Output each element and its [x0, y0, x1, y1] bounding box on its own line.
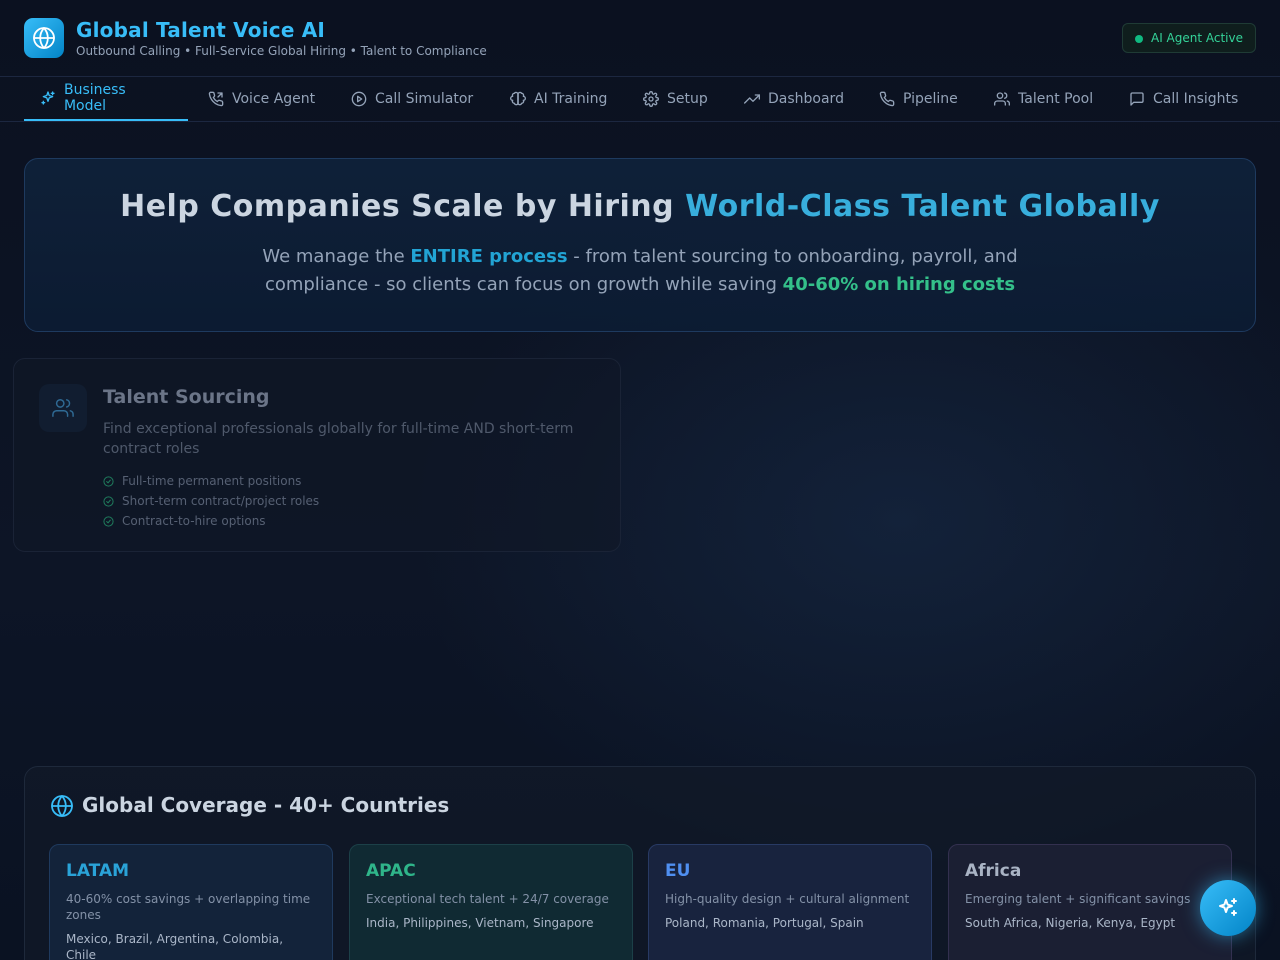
region-countries: Mexico, Brazil, Argentina, Colombia, Chi…	[66, 932, 284, 960]
region-description: Exceptional tech talent + 24/7 coverage	[366, 892, 609, 906]
feature-list: Full-time permanent positions Short-term…	[103, 471, 319, 531]
service-card-description: Find exceptional professionals globally …	[103, 421, 574, 457]
tab-label: Dashboard	[768, 91, 844, 107]
feature-label: Contract-to-hire options	[122, 514, 266, 528]
region-card-apac: APAC Exceptional tech talent + 24/7 cove…	[349, 844, 633, 960]
gear-icon	[643, 91, 659, 107]
list-item: Full-time permanent positions	[103, 471, 319, 491]
tab-call-insights[interactable]: Call Insights	[1113, 77, 1254, 121]
app-title: Global Talent Voice AI	[76, 18, 326, 42]
app-header: Global Talent Voice AI Outbound Calling …	[0, 0, 1280, 77]
region-name: EU	[665, 861, 691, 881]
region-name: Africa	[965, 861, 1022, 881]
tab-label: Call Simulator	[375, 91, 474, 107]
region-name: LATAM	[66, 861, 130, 881]
tab-label: Pipeline	[903, 91, 958, 107]
coverage-title: Global Coverage - 40+ Countries	[82, 793, 450, 817]
trending-up-icon	[744, 94, 760, 104]
region-card-africa: Africa Emerging talent + significant sav…	[948, 844, 1232, 960]
region-description: Emerging talent + significant savings	[965, 892, 1191, 906]
app-subtitle: Outbound Calling • Full-Service Global H…	[76, 44, 487, 58]
tab-call-simulator[interactable]: Call Simulator	[335, 77, 489, 121]
tab-dashboard[interactable]: Dashboard	[728, 77, 860, 121]
region-countries: South Africa, Nigeria, Kenya, Egypt	[965, 916, 1176, 930]
service-card-talent-sourcing: Talent Sourcing Find exceptional profess…	[13, 358, 621, 552]
check-circle-icon	[103, 515, 114, 527]
users-icon	[994, 92, 1010, 106]
tab-label: Talent Pool	[1018, 91, 1094, 107]
users-icon	[39, 384, 87, 432]
region-countries: Poland, Romania, Portugal, Spain	[665, 916, 864, 930]
tab-label: AI Training	[534, 91, 608, 107]
phone-icon	[879, 91, 895, 107]
region-card-latam: LATAM 40-60% cost savings + overlapping …	[49, 844, 333, 960]
sparkles-icon	[1219, 898, 1237, 916]
hero-banner: Help Companies Scale by Hiring World-Cla…	[24, 158, 1256, 332]
tab-label: Voice Agent	[232, 91, 316, 107]
hero-title-highlight: World-Class Talent Globally	[685, 189, 1160, 224]
status-label: AI Agent Active	[1150, 31, 1243, 45]
check-circle-icon	[103, 475, 114, 487]
main-nav: Business Model Voice Agent Call Simulato…	[0, 77, 1280, 122]
phone-outgoing-icon	[208, 91, 224, 107]
feature-label: Short-term contract/project roles	[122, 494, 320, 508]
brain-icon	[510, 91, 526, 106]
region-countries: India, Philippines, Vietnam, Singapore	[366, 916, 594, 930]
status-badge: AI Agent Active	[1121, 23, 1256, 53]
hero-desc-bold2: 40-60% on hiring costs	[782, 274, 1016, 295]
tab-label: Call Insights	[1153, 91, 1239, 107]
hero-title-start: Help Companies Scale by Hiring	[120, 189, 686, 224]
play-circle-icon	[351, 91, 367, 107]
check-circle-icon	[103, 495, 114, 507]
tab-business-model[interactable]: Business Model	[24, 77, 188, 121]
list-item: Contract-to-hire options	[103, 511, 319, 531]
tab-setup[interactable]: Setup	[627, 77, 724, 121]
tab-label: Business Model	[63, 82, 126, 114]
status-dot-icon	[1134, 35, 1143, 43]
globe-logo-icon	[24, 18, 64, 58]
list-item: Short-term contract/project roles	[103, 491, 319, 511]
service-card-title: Talent Sourcing	[103, 386, 270, 408]
tab-talent-pool[interactable]: Talent Pool	[978, 77, 1109, 121]
region-description: 40-60% cost savings + overlapping time z…	[66, 892, 311, 922]
tab-ai-training[interactable]: AI Training	[494, 77, 623, 121]
region-description: High-quality design + cultural alignment	[665, 892, 910, 906]
message-square-icon	[1130, 92, 1144, 106]
hero-description: We manage the ENTIRE process - from tale…	[245, 243, 1035, 299]
hero-desc-bold1: ENTIRE process	[410, 246, 568, 267]
feature-label: Full-time permanent positions	[122, 474, 302, 488]
region-card-eu: EU High-quality design + cultural alignm…	[648, 844, 932, 960]
tab-voice-agent[interactable]: Voice Agent	[192, 77, 331, 121]
region-name: APAC	[366, 861, 416, 881]
global-coverage-section: Global Coverage - 40+ Countries LATAM 40…	[24, 766, 1256, 960]
hero-desc-part1: We manage the	[262, 246, 411, 267]
hero-title: Help Companies Scale by Hiring World-Cla…	[25, 189, 1255, 224]
sparkles-icon	[41, 91, 55, 105]
tab-pipeline[interactable]: Pipeline	[863, 77, 974, 121]
ai-assistant-button[interactable]	[1200, 880, 1256, 936]
globe-icon	[51, 795, 73, 817]
tab-label: Setup	[667, 91, 708, 107]
